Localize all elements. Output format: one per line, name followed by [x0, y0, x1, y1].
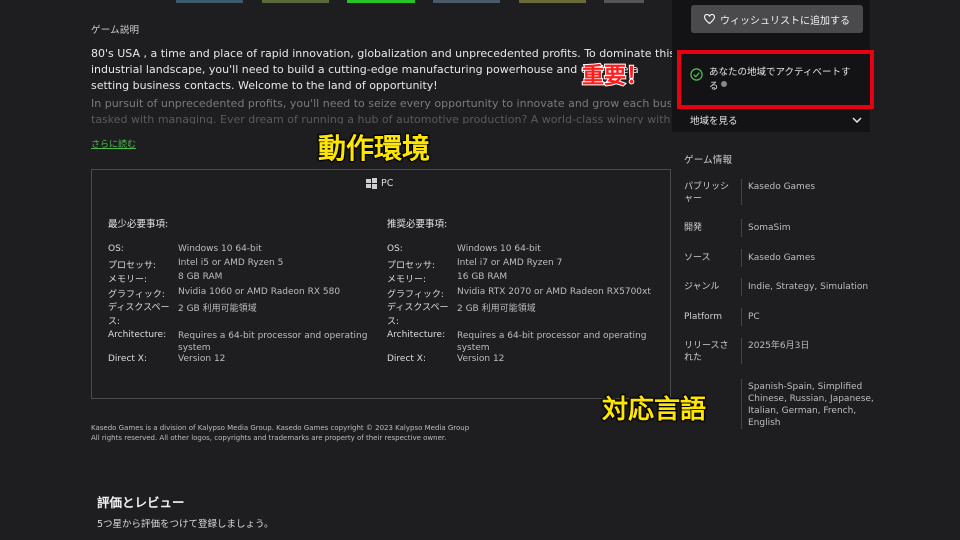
req-label: Architecture: — [108, 330, 167, 340]
req-label: グラフィック: — [108, 290, 165, 300]
req-value: Nvidia RTX 2070 or AMD Radeon RX5700xt — [457, 287, 651, 297]
highlight-box — [677, 50, 874, 109]
info-label-developer: 開発 — [684, 223, 703, 233]
req-label: グラフィック: — [387, 290, 444, 300]
thumbnail[interactable] — [519, 0, 586, 3]
info-label-genre: ジャンル — [684, 282, 720, 292]
info-divider — [741, 249, 742, 267]
info-label-line: パブリッシ — [684, 182, 730, 192]
info-value-languages: Spanish-Spain, Simplified Chinese, Russi… — [748, 381, 874, 429]
req-value: Nvidia 1060 or AMD Radeon RX 580 — [178, 287, 341, 297]
thumbnail[interactable] — [604, 0, 644, 3]
info-divider — [741, 219, 742, 237]
req-label: プロセッサ: — [387, 261, 436, 271]
req-value: 8 GB RAM — [178, 272, 223, 282]
game-info-title: ゲーム情報 — [684, 155, 733, 166]
read-more-link[interactable]: さらに読む — [91, 137, 136, 150]
info-value-release: 2025年6月3日 — [748, 341, 810, 351]
info-label-source: ソース — [684, 253, 711, 263]
chevron-down-icon — [852, 117, 862, 123]
req-value: 2 GB 利用可能領域 — [178, 304, 257, 314]
info-divider — [741, 379, 742, 429]
supported-languages-annotation: 対応言語 — [601, 394, 707, 426]
req-label: ディスクスペース: — [387, 303, 449, 327]
info-label-platform: Platform — [684, 312, 722, 322]
language-line: English — [748, 418, 781, 428]
req-label: メモリー: — [108, 275, 148, 285]
platform-header: PC — [366, 178, 393, 189]
important-annotation: 重要！ — [581, 63, 649, 90]
info-value-platform: PC — [748, 312, 760, 322]
req-label: プロセッサ: — [108, 261, 157, 271]
reviews-subtitle: 5つ星から評価をつけて登録しましょう。 — [97, 519, 274, 530]
info-label-publisher: パブリッシ ャー — [684, 181, 729, 205]
info-divider — [741, 179, 742, 205]
info-label-line: ャー — [684, 194, 703, 204]
system-requirements-panel — [91, 169, 671, 399]
description-title: ゲーム説明 — [91, 25, 140, 36]
copyright-line: Kasedo Games is a division of Kalypso Me… — [91, 424, 470, 432]
thumbnail[interactable] — [433, 0, 500, 3]
req-label: Direct X: — [108, 354, 148, 364]
info-value-source: Kasedo Games — [748, 253, 816, 263]
language-line: Chinese, Russian, Japanese, — [748, 394, 874, 404]
info-divider — [741, 338, 742, 364]
req-value: 2 GB 利用可能領域 — [457, 304, 536, 314]
view-regions-label: 地域を見る — [690, 116, 738, 127]
heart-icon — [704, 14, 715, 24]
view-regions-button[interactable]: 地域を見る — [690, 113, 862, 127]
info-label-line: れた — [684, 353, 703, 363]
req-value: Version 12 — [457, 354, 505, 364]
req-value: 16 GB RAM — [457, 272, 508, 282]
language-line: Spanish-Spain, Simplified — [748, 382, 863, 392]
language-line: Italian, German, French, — [748, 406, 857, 416]
info-value-publisher: Kasedo Games — [748, 182, 816, 192]
platform-label: PC — [381, 178, 394, 189]
description-paragraph-2: In pursuit of unprecedented profits, you… — [91, 96, 671, 124]
req-value: Requires a 64-bit processor and operatin… — [178, 331, 368, 353]
req-label: OS: — [387, 244, 403, 254]
req-value: Intel i5 or AMD Ryzen 5 — [178, 258, 284, 268]
copyright-line: All rights reserved. All other logos, co… — [91, 434, 447, 442]
req-value: Version 12 — [178, 354, 226, 364]
req-label: Architecture: — [387, 330, 446, 340]
req-value: Windows 10 64-bit — [457, 244, 541, 254]
minimum-requirements-heading: 最少必要事項: — [108, 219, 169, 230]
req-label: メモリー: — [387, 275, 427, 285]
add-to-wishlist-button[interactable]: ウィッシュリストに追加する — [691, 5, 863, 33]
system-requirements-annotation: 動作環境 — [317, 131, 431, 166]
info-label-line: リリースさ — [684, 341, 729, 351]
thumbnail[interactable] — [176, 0, 243, 3]
info-divider — [741, 278, 742, 296]
thumbnail-selected[interactable] — [347, 0, 415, 3]
req-value: Intel i7 or AMD Ryzen 7 — [457, 258, 563, 268]
description-line: tasked with managing. Ever dream of runn… — [91, 113, 671, 124]
info-divider — [741, 308, 742, 326]
wishlist-label: ウィッシュリストに追加する — [720, 15, 850, 27]
req-label: OS: — [108, 244, 124, 254]
thumbnail[interactable] — [262, 0, 329, 3]
req-label: ディスクスペース: — [108, 303, 170, 327]
req-value: Requires a 64-bit processor and operatin… — [457, 331, 647, 353]
req-label: Direct X: — [387, 354, 427, 364]
recommended-requirements-heading: 推奨必要事項: — [387, 219, 448, 230]
info-value-developer: SomaSim — [748, 223, 791, 233]
description-line: In pursuit of unprecedented profits, you… — [91, 97, 671, 110]
copyright-notice: Kasedo Games is a division of Kalypso Me… — [91, 423, 469, 443]
windows-icon — [366, 178, 377, 189]
req-value: Windows 10 64-bit — [178, 244, 262, 254]
reviews-title: 評価とレビュー — [97, 495, 185, 510]
info-value-genre: Indie, Strategy, Simulation — [748, 282, 869, 292]
info-label-release: リリースさ れた — [684, 340, 729, 364]
